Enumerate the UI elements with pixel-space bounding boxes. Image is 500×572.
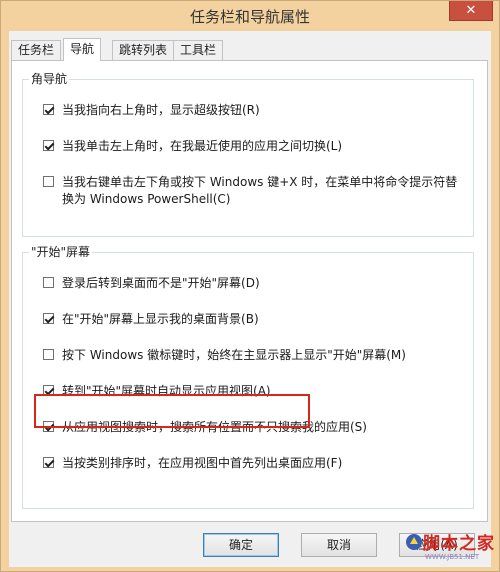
tab-taskbar[interactable]: 任务栏	[11, 40, 62, 60]
corner-navigation-group: 角导航 当我指向右上角时，显示超级按钮(R) 当我单击左上角时，在我最近使用的应…	[22, 71, 474, 237]
checkbox-desktop-background[interactable]	[43, 313, 54, 324]
close-icon: ✕	[465, 3, 477, 18]
tab-toolbars[interactable]: 工具栏	[173, 40, 224, 60]
checkbox-replace-powershell[interactable]	[43, 176, 54, 187]
tab-navigation[interactable]: 导航	[63, 38, 102, 61]
title-bar: 任务栏和导航属性 ✕	[1, 1, 499, 29]
close-button[interactable]: ✕	[449, 1, 493, 21]
checkbox-boot-to-desktop[interactable]	[43, 277, 54, 288]
start-screen-group: "开始"屏幕 登录后转到桌面而不是"开始"屏幕(D) 在"开始"屏幕上显示我的桌…	[22, 244, 474, 509]
window-title: 任务栏和导航属性	[189, 8, 310, 26]
watermark-logo-icon	[406, 534, 422, 550]
watermark-text: 脚本之家	[423, 534, 495, 554]
red-highlight-box	[34, 394, 310, 428]
checkbox-desktop-apps-first[interactable]	[43, 457, 54, 468]
option-label: 当我单击左上角时，在我最近使用的应用之间切换(L)	[62, 139, 343, 153]
option-label: 当我指向右上角时，显示超级按钮(R)	[62, 103, 260, 117]
option-label: 当按类别排序时，在应用视图中首先列出桌面应用(F)	[62, 456, 343, 470]
cancel-button[interactable]: 取消	[301, 533, 377, 557]
checkbox-show-charms[interactable]	[43, 104, 54, 115]
dialog-client-area: 任务栏 导航 跳转列表 工具栏 角导航 当我指向右上角时，显示超级按钮(R) 当…	[9, 31, 491, 567]
properties-dialog: 任务栏和导航属性 ✕ 任务栏 导航 跳转列表 工具栏 角导航 当我指向右上角时，…	[0, 0, 500, 572]
site-watermark: 脚本之家 WWW.JB51.NET	[405, 529, 497, 571]
checkbox-switch-recent-apps[interactable]	[43, 140, 54, 151]
checkbox-main-display-start[interactable]	[43, 349, 54, 360]
watermark-url: WWW.JB51.NET	[425, 553, 480, 561]
start-screen-heading: "开始"屏幕	[29, 244, 93, 260]
option-label: 当我右键单击左下角或按下 Windows 键+X 时，在菜单中将命令提示符替换为…	[62, 175, 458, 206]
navigation-tab-panel: 角导航 当我指向右上角时，显示超级按钮(R) 当我单击左上角时，在我最近使用的应…	[11, 60, 488, 522]
corner-navigation-heading: 角导航	[29, 71, 70, 87]
option-label: 在"开始"屏幕上显示我的桌面背景(B)	[62, 312, 259, 326]
option-label: 登录后转到桌面而不是"开始"屏幕(D)	[62, 276, 260, 290]
option-label: 按下 Windows 徽标键时，始终在主显示器上显示"开始"屏幕(M)	[62, 348, 406, 362]
tab-jump-lists[interactable]: 跳转列表	[112, 40, 175, 60]
ok-button[interactable]: 确定	[203, 533, 279, 557]
